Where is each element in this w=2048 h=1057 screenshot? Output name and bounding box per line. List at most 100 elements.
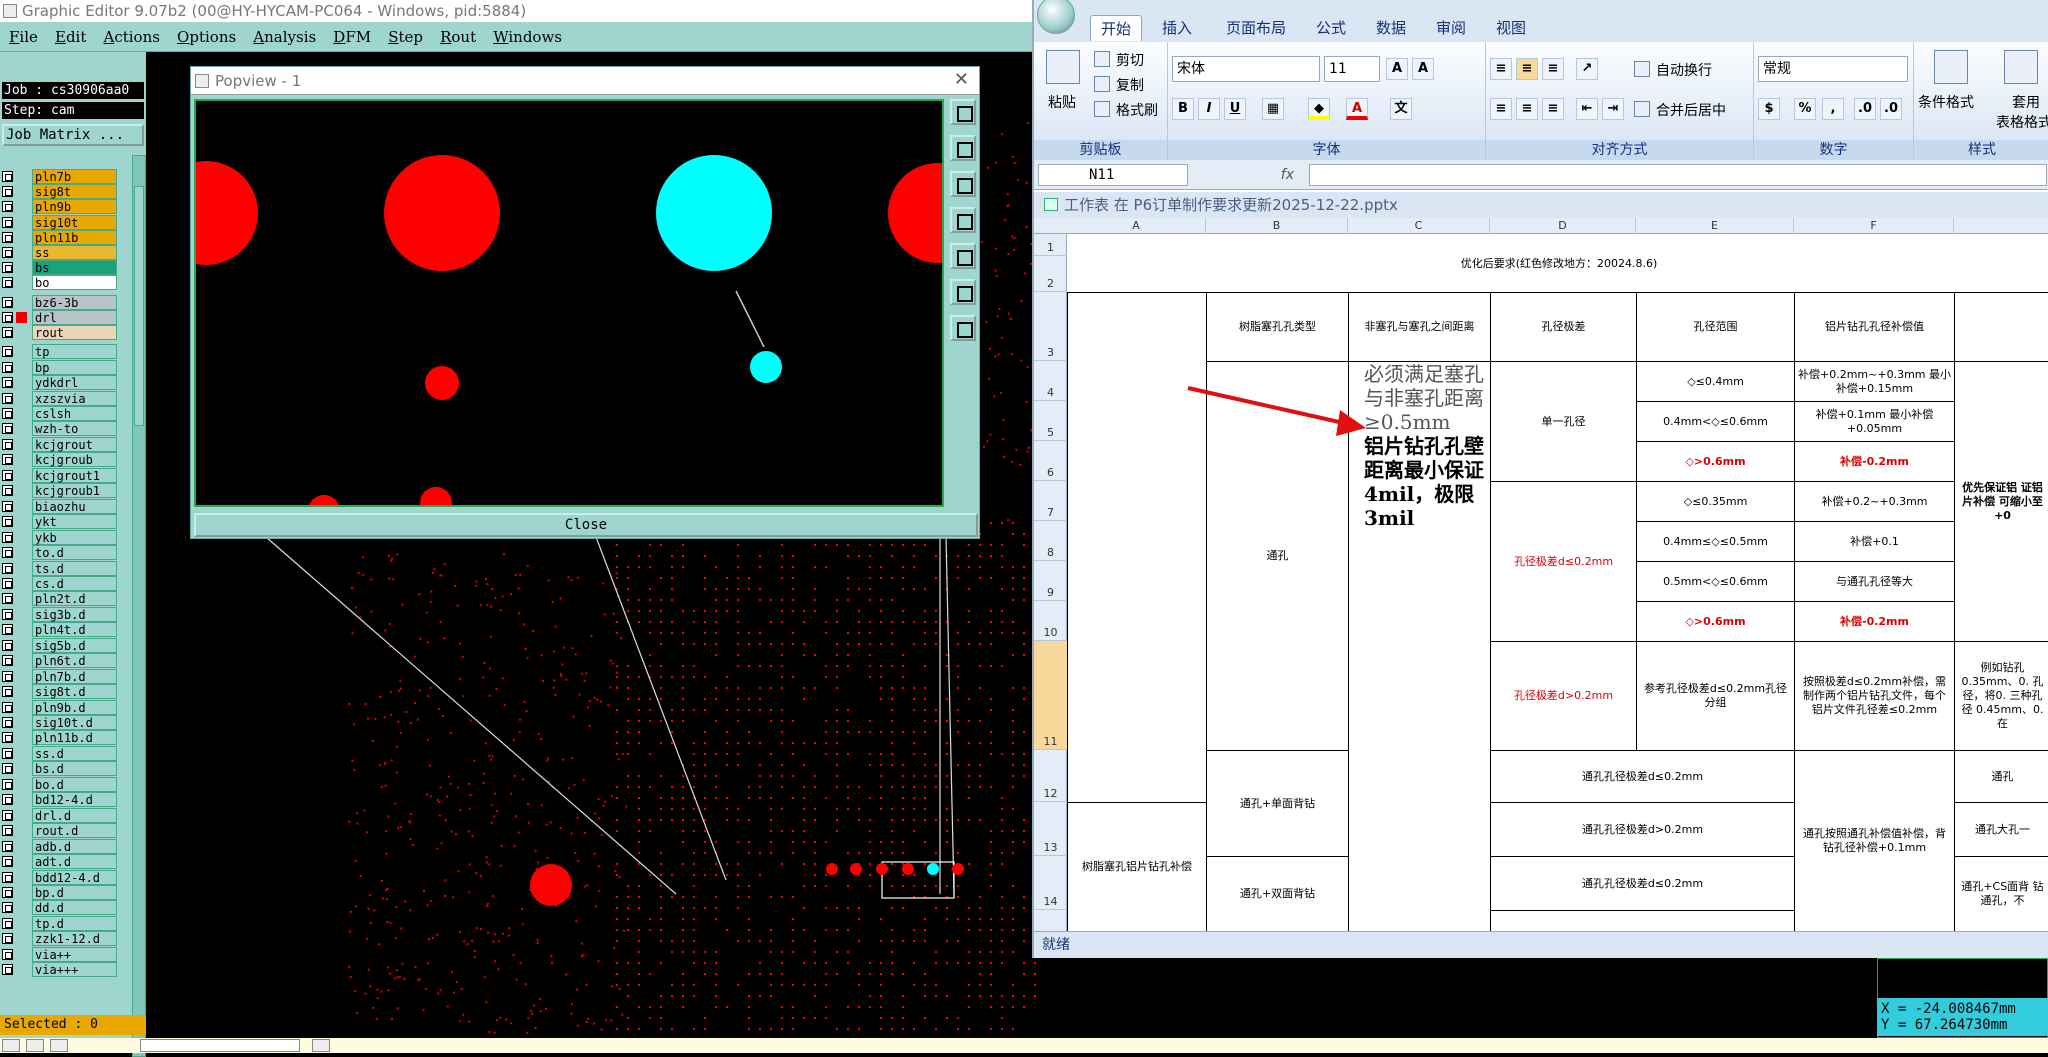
layer-checkbox[interactable] [2,686,13,698]
layer-name[interactable]: kcjgroub [32,452,117,468]
tab-formulas[interactable]: 公式 [1306,15,1356,41]
increase-indent-icon[interactable]: ⇥ [1602,98,1624,120]
underline-icon[interactable]: U [1224,98,1246,120]
layer-checkbox[interactable] [2,825,13,837]
layer-name[interactable]: tp [32,344,117,360]
layer-name[interactable]: sig3b.d [32,606,117,622]
menu-analysis[interactable]: Analysis [244,22,316,52]
layer-checkbox[interactable] [2,778,13,790]
layer-name[interactable]: wzh-to [32,421,117,437]
align-bottom-icon[interactable]: ≡ [1542,58,1564,80]
paste-icon[interactable] [1046,50,1080,84]
layer-row[interactable]: sig10t [0,214,120,230]
layer-row[interactable]: pln9b [0,199,120,215]
row-header[interactable]: 5 [1034,401,1067,441]
currency-icon[interactable]: $ [1758,98,1780,120]
italic-icon[interactable]: I [1198,98,1220,120]
column-header[interactable]: D [1490,218,1636,234]
table-format-button[interactable]: 套用 [2012,92,2040,112]
table-cell[interactable]: ◇>0.6mm [1636,601,1795,642]
table-cell[interactable]: 通孔按照通孔补偿值补偿，背钻孔径补偿+0.1mm [1794,750,1955,931]
table-cell[interactable]: 补偿+0.2~+0.3mm [1794,481,1955,522]
column-title[interactable]: 孔径范围 [1636,292,1795,362]
copy-button[interactable]: 复制 [1116,75,1144,95]
pan-right-icon[interactable] [950,243,976,269]
layer-name[interactable]: pln9b [32,199,117,215]
layer-checkbox[interactable] [2,186,13,198]
paste-button[interactable]: 粘贴 [1048,92,1076,112]
layer-checkbox[interactable] [2,346,13,358]
popview-viewport[interactable] [154,99,988,527]
menu-windows[interactable]: Windows [484,22,562,52]
layer-row[interactable]: via++ [0,946,120,962]
layer-row[interactable]: pln9b.d [0,699,120,715]
table-cell[interactable] [1067,292,1207,803]
tab-view[interactable]: 视图 [1486,15,1536,41]
tab-data[interactable]: 数据 [1366,15,1416,41]
layer-name[interactable]: sig10t [32,214,117,230]
layer-name[interactable]: rout [32,325,117,340]
layer-row[interactable]: xzszvia [0,390,120,406]
layer-checkbox[interactable] [2,933,13,945]
layer-checkbox[interactable] [2,311,13,323]
layer-name[interactable]: pln11b.d [32,730,117,746]
layer-row[interactable]: sig3b.d [0,606,120,622]
layer-checkbox[interactable] [2,516,13,528]
row-header[interactable]: 6 [1034,441,1067,481]
layer-name[interactable]: pln7b.d [32,668,117,684]
column-header[interactable]: A [1067,218,1206,234]
layer-row[interactable]: ykb [0,529,120,545]
layer-row[interactable]: wzh-to [0,421,120,437]
layer-row[interactable]: bo.d [0,776,120,792]
layer-row[interactable]: pln7b.d [0,668,120,684]
table-cell[interactable]: ◇≤0.35mm [1636,481,1795,522]
name-box[interactable]: N11 [1038,164,1188,186]
merge-center-button[interactable]: 合并后居中 [1656,100,1726,120]
layer-row[interactable]: bs [0,260,120,276]
grow-font-icon[interactable]: A [1386,58,1408,80]
layer-name[interactable]: bo.d [32,776,117,792]
layer-checkbox[interactable] [2,216,13,228]
layer-checkbox[interactable] [2,201,13,213]
layer-name[interactable]: ts.d [32,560,117,576]
layer-name[interactable]: ss.d [32,745,117,761]
table-format-icon[interactable] [2004,50,2038,84]
fit-icon[interactable] [950,279,976,305]
column-title[interactable]: 非塞孔与塞孔之间距离 [1348,292,1491,362]
layer-row[interactable]: pln7b [0,169,120,184]
menu-step[interactable]: Step [379,22,423,52]
layer-scrollbar[interactable] [132,155,146,1057]
orientation-icon[interactable]: ↗ [1576,58,1598,80]
layer-row[interactable]: adb.d [0,838,120,854]
tab-page-layout[interactable]: 页面布局 [1216,15,1296,41]
row-header[interactable]: 13 [1034,802,1067,856]
layer-checkbox[interactable] [2,763,13,775]
zoom-home-icon[interactable] [950,99,976,125]
table-cell[interactable]: ◇>0.6mm [1636,441,1795,482]
layer-row[interactable]: tp [0,344,120,360]
cut-button[interactable]: 剪切 [1116,50,1144,70]
layer-row[interactable]: tp.d [0,915,120,931]
layer-checkbox[interactable] [2,608,13,620]
layer-checkbox[interactable] [2,871,13,883]
layer-checkbox[interactable] [2,794,13,806]
table-cell[interactable]: 通孔孔径极差d≤0.2mm [1490,750,1795,803]
table-cell[interactable]: 通孔孔径极差d>0.2mm [1490,802,1795,857]
layer-checkbox[interactable] [2,747,13,759]
table-cell[interactable]: 与通孔孔径等大 [1794,561,1955,602]
layer-checkbox[interactable] [2,639,13,651]
layer-checkbox[interactable] [2,964,13,976]
layer-row[interactable]: kcjgrout [0,436,120,452]
table-cell[interactable]: ◇≤0.4mm [1636,361,1795,402]
zoom-area-icon[interactable] [950,315,976,341]
layer-row[interactable]: rout [0,325,120,340]
zoom-in-icon[interactable] [950,135,976,161]
decrease-decimal-icon[interactable]: .0 [1880,98,1902,120]
table-cell[interactable]: 通孔+单面背钻 [1206,750,1349,857]
layer-name[interactable]: bz6-3b [32,294,117,310]
layer-name[interactable]: pln7b [32,169,117,184]
table-cell[interactable]: 通孔大孔一 [1954,802,2048,857]
conditional-format-icon[interactable] [1934,50,1968,84]
column-header[interactable]: E [1636,218,1794,234]
layer-row[interactable]: rout.d [0,823,120,839]
